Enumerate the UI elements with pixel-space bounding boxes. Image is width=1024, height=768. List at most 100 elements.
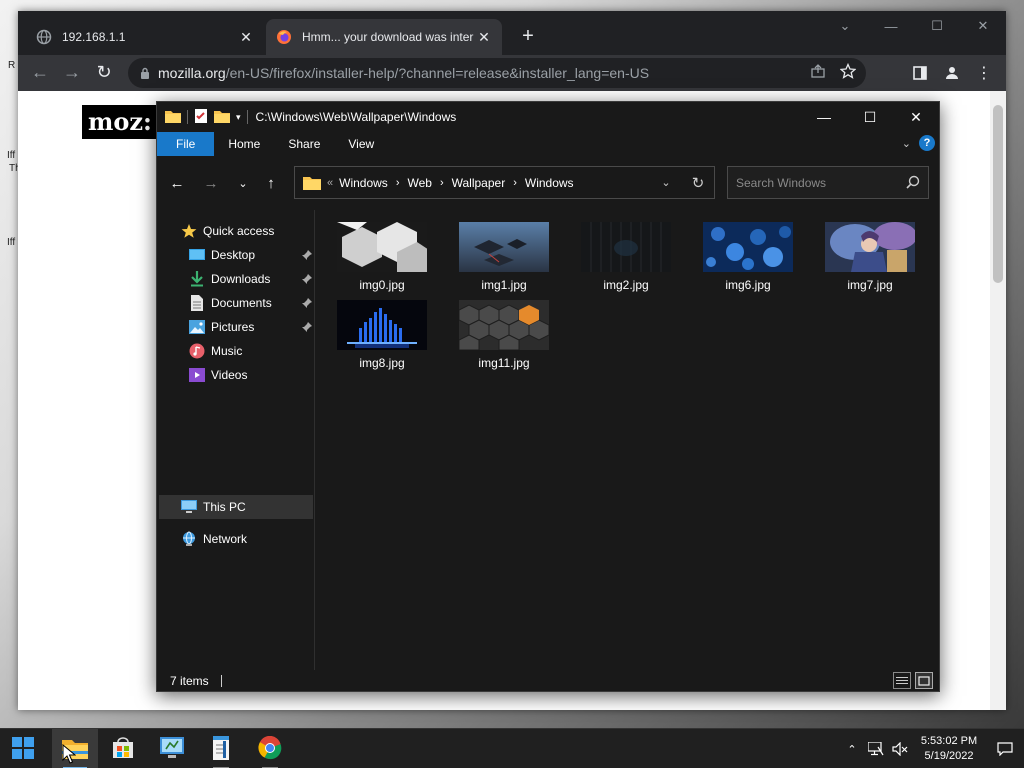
maximize-button[interactable]: ☐: [847, 102, 893, 132]
nav-label: Network: [203, 532, 248, 546]
taskbar-clock[interactable]: 5:53:02 PM 5/19/2022: [912, 734, 986, 764]
nav-label: Pictures: [211, 320, 255, 334]
address-overflow[interactable]: «: [327, 177, 333, 189]
reload-icon[interactable]: ↻: [92, 61, 116, 85]
nav-this-pc[interactable]: This PC: [159, 495, 313, 519]
desktop-icon-label-fragment[interactable]: Iff: [7, 150, 15, 161]
nav-pictures[interactable]: Pictures: [189, 315, 313, 339]
file-item[interactable]: img11.jpg: [447, 298, 557, 374]
taskbar-notepad[interactable]: [198, 729, 244, 768]
profile-icon[interactable]: [940, 61, 964, 85]
breadcrumb-item[interactable]: Wallpaper: [452, 176, 506, 190]
breadcrumb-item[interactable]: Windows: [525, 176, 574, 190]
file-item[interactable]: img7.jpg: [813, 220, 923, 296]
tab-share[interactable]: Share: [274, 132, 334, 156]
tab-home[interactable]: Home: [214, 132, 274, 156]
share-icon[interactable]: [810, 63, 826, 82]
ribbon-tabs: File Home Share View ⌄ ?: [157, 132, 939, 156]
tab-file[interactable]: File: [157, 132, 215, 156]
minimize-button[interactable]: —: [801, 102, 847, 132]
nav-desktop[interactable]: Desktop: [189, 243, 313, 267]
bookmark-star-icon[interactable]: [839, 62, 857, 82]
back-icon[interactable]: ←: [28, 61, 52, 85]
search-input[interactable]: [728, 167, 904, 198]
breadcrumb-item[interactable]: Windows: [339, 176, 388, 190]
volume-muted-icon[interactable]: [888, 729, 912, 768]
close-button[interactable]: ✕: [893, 102, 939, 132]
close-button[interactable]: ✕: [960, 11, 1006, 41]
search-icon[interactable]: [906, 175, 920, 192]
file-name: img1.jpg: [481, 278, 527, 292]
minimize-button[interactable]: —: [868, 11, 914, 41]
network-icon[interactable]: [864, 729, 888, 768]
file-name: img2.jpg: [603, 278, 649, 292]
file-name: img0.jpg: [359, 278, 405, 292]
file-name: img11.jpg: [478, 356, 530, 370]
file-item[interactable]: img8.jpg: [325, 298, 435, 374]
picture-icon: [189, 319, 205, 335]
forward-icon[interactable]: →: [199, 172, 223, 194]
breadcrumb-chevron-icon[interactable]: ›: [440, 177, 444, 189]
tab-search-icon[interactable]: ⌄: [822, 11, 868, 41]
back-icon[interactable]: ←: [165, 172, 189, 194]
mouse-cursor-icon: [62, 743, 77, 767]
nav-quick-access[interactable]: Quick access: [181, 219, 274, 243]
help-icon[interactable]: ?: [919, 135, 935, 151]
nav-documents[interactable]: Documents: [189, 291, 313, 315]
browser-tab[interactable]: 192.168.1.1 ✕: [26, 19, 264, 55]
nav-music[interactable]: Music: [189, 339, 242, 363]
file-name: img8.jpg: [359, 356, 405, 370]
file-item[interactable]: img1.jpg: [447, 220, 557, 296]
browser-tab-active[interactable]: Hmm... your download was inter ✕: [266, 19, 502, 55]
chrome-toolbar: ← → ↻ mozilla.org/en-US/firefox/installe…: [18, 55, 1006, 91]
toolbar-separator: [246, 110, 248, 124]
expand-ribbon-icon[interactable]: ⌄: [902, 137, 911, 150]
address-history-icon[interactable]: ⌄: [650, 167, 682, 198]
desktop-icon-label-fragment[interactable]: Iff: [7, 237, 15, 248]
nav-videos[interactable]: Videos: [189, 363, 247, 387]
lock-icon[interactable]: [140, 67, 150, 79]
file-item[interactable]: img2.jpg: [569, 220, 679, 296]
page-scrollbar[interactable]: [990, 91, 1006, 710]
taskbar-chrome[interactable]: [247, 729, 293, 768]
image-thumbnail: [337, 300, 427, 350]
properties-icon[interactable]: [194, 108, 208, 127]
nav-downloads[interactable]: Downloads: [189, 267, 313, 291]
tab-view[interactable]: View: [334, 132, 388, 156]
customize-toolbar-icon[interactable]: ▾: [236, 112, 241, 123]
breadcrumb-chevron-icon[interactable]: ›: [513, 177, 517, 189]
start-button[interactable]: [0, 729, 46, 768]
details-view-icon[interactable]: [893, 672, 911, 689]
file-item[interactable]: img6.jpg: [691, 220, 801, 296]
maximize-button[interactable]: ☐: [914, 11, 960, 41]
large-icons-view-icon[interactable]: [915, 672, 933, 689]
breadcrumb-chevron-icon[interactable]: ›: [396, 177, 400, 189]
notifications-icon[interactable]: [986, 729, 1024, 768]
refresh-icon[interactable]: ↻: [682, 167, 714, 198]
address-bar[interactable]: mozilla.org/en-US/firefox/installer-help…: [128, 58, 866, 88]
breadcrumb-item[interactable]: Web: [407, 176, 431, 190]
forward-icon[interactable]: →: [60, 61, 84, 85]
up-icon[interactable]: ↑: [259, 172, 283, 194]
close-tab-icon[interactable]: ✕: [238, 29, 254, 46]
address-bar[interactable]: « Windows › Web › Wallpaper › Windows ⌄ …: [294, 166, 715, 199]
file-list: img0.jpg img1.jpg img2.jpg img6.jpg img7…: [315, 210, 939, 670]
taskbar-control-panel[interactable]: [149, 729, 195, 768]
chrome-menu-icon[interactable]: ⋮: [972, 61, 996, 85]
nav-network[interactable]: Network: [181, 527, 247, 551]
file-item[interactable]: img0.jpg: [325, 220, 435, 296]
folder-icon: [165, 109, 181, 126]
recent-locations-icon[interactable]: ⌄: [231, 172, 255, 194]
scrollbar-thumb[interactable]: [993, 105, 1003, 283]
new-folder-icon[interactable]: [214, 109, 230, 126]
image-thumbnail: [825, 222, 915, 272]
new-tab-button[interactable]: +: [516, 25, 540, 49]
folder-icon: [303, 175, 321, 190]
taskbar-microsoft-store[interactable]: [100, 729, 146, 768]
side-panel-icon[interactable]: [908, 61, 932, 85]
mozilla-logo[interactable]: moz:: [82, 105, 162, 139]
show-hidden-icons-icon[interactable]: ⌃: [840, 729, 864, 768]
close-tab-icon[interactable]: ✕: [476, 29, 492, 46]
desktop-icon-label-fragment[interactable]: R: [8, 60, 15, 71]
pin-icon: [301, 273, 313, 285]
